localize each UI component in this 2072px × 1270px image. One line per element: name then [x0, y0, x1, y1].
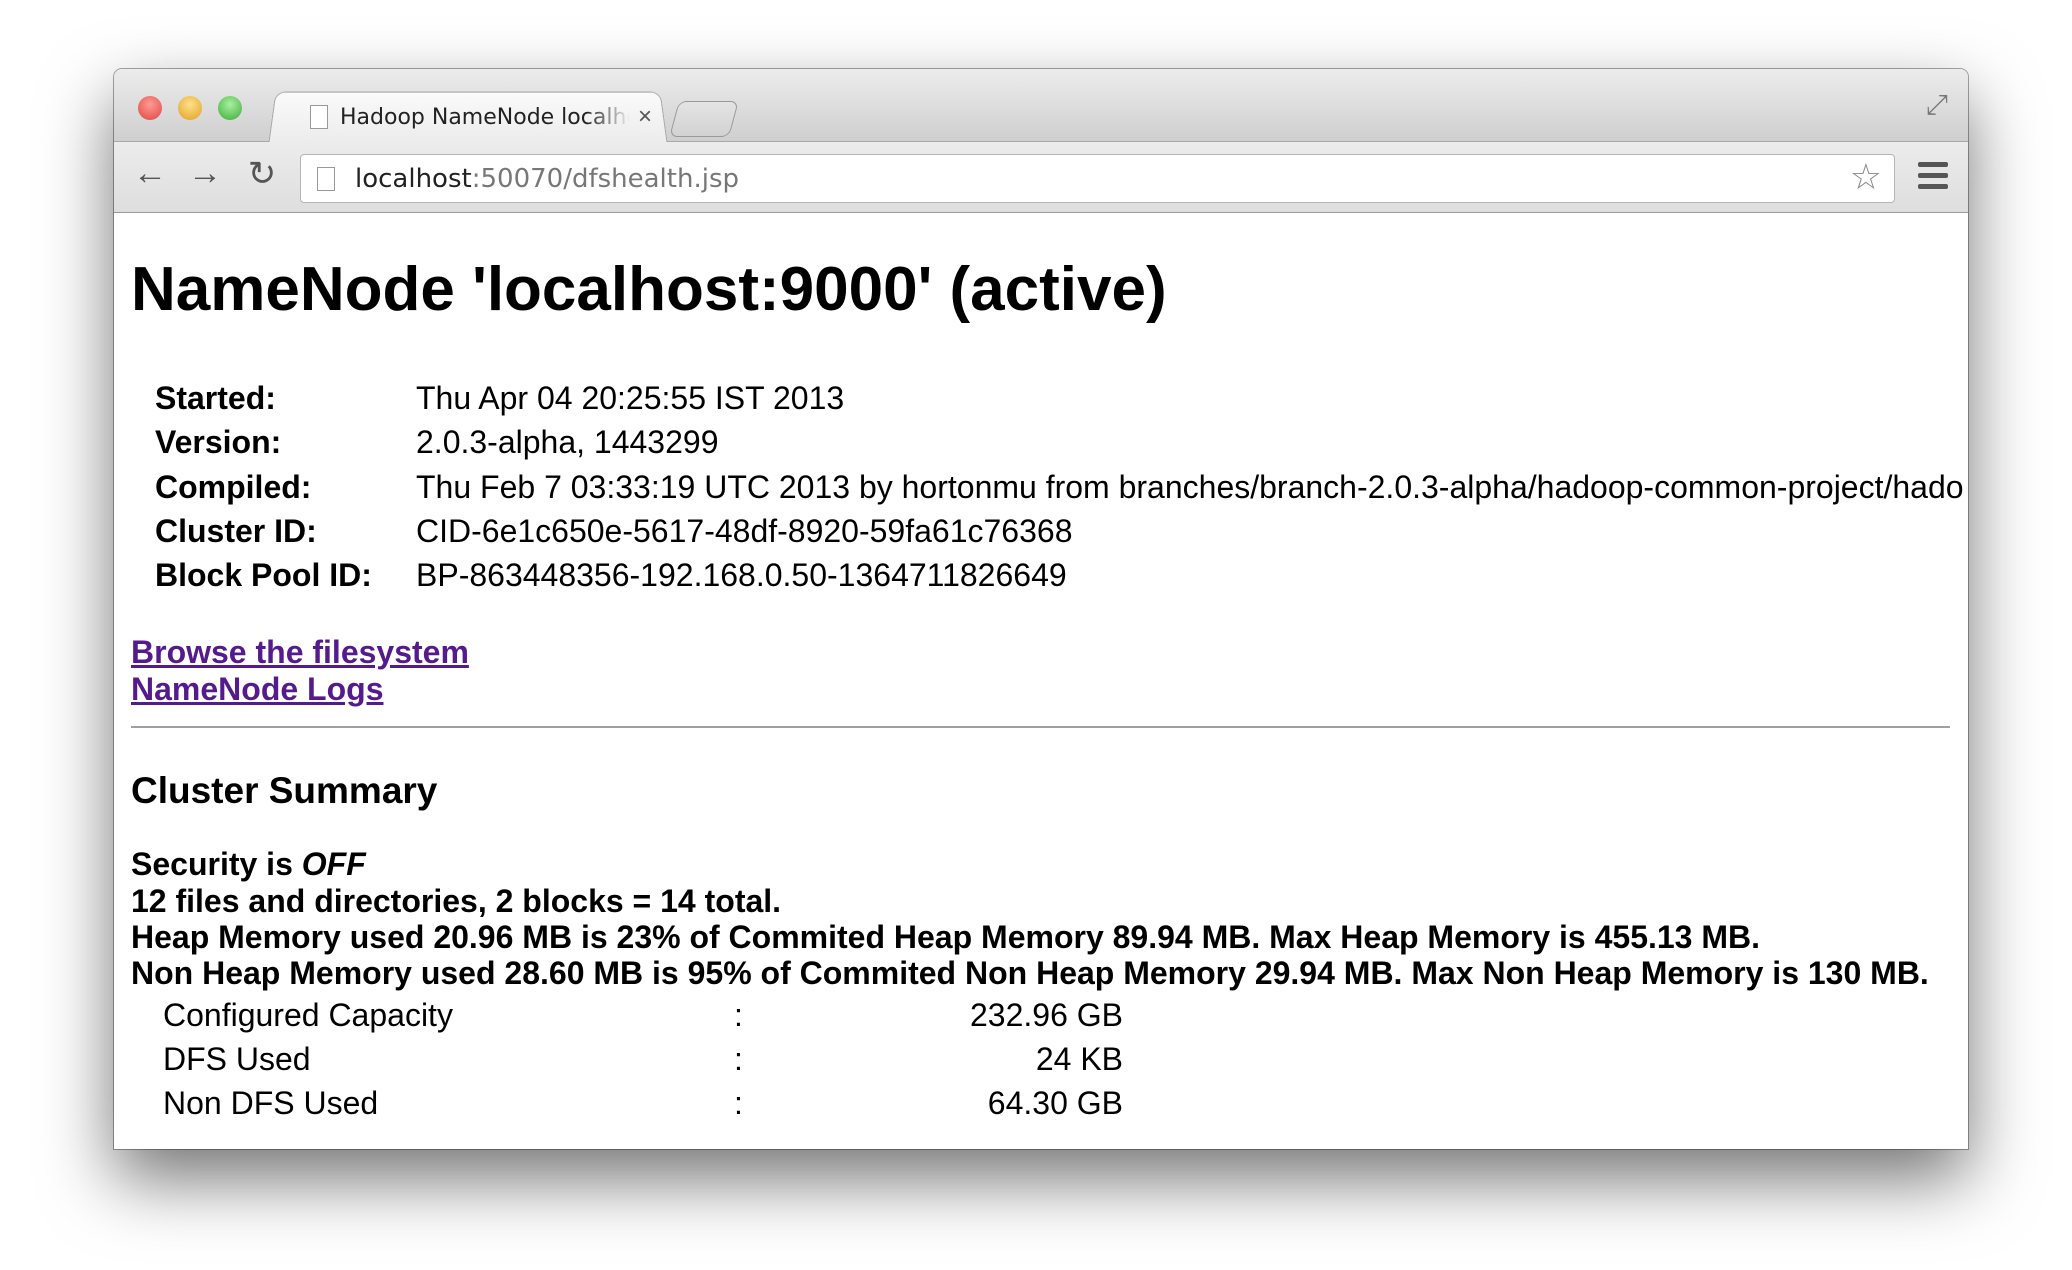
page-title: NameNode 'localhost:9000' (active) — [131, 255, 1167, 324]
title-bar: Hadoop NameNode localhost:9000 × ⤢ — [114, 69, 1968, 144]
row-separator: : — [734, 1085, 743, 1121]
forward-button[interactable]: → — [183, 154, 227, 193]
namenode-logs-link[interactable]: NameNode Logs — [131, 671, 383, 708]
page-icon — [317, 167, 335, 191]
minimize-window-button[interactable] — [178, 96, 202, 120]
info-value: Thu Feb 7 03:33:19 UTC 2013 by hortonmu … — [416, 469, 1964, 505]
page-icon — [310, 105, 328, 129]
info-label: Block Pool ID: — [155, 557, 372, 593]
section-title: Cluster Summary — [131, 770, 438, 811]
summary-line: Non Heap Memory used 28.60 MB is 95% of … — [131, 955, 1929, 991]
security-label: Security is — [131, 846, 302, 882]
url-path: :50070/dfshealth.jsp — [471, 163, 739, 194]
table-row: DFS Used: 24 KB — [163, 1041, 1123, 1085]
table-row: Non DFS Used: 64.30 GB — [163, 1085, 1123, 1129]
fullscreen-icon[interactable]: ⤢ — [1926, 89, 1948, 122]
row-label: Non DFS Used — [163, 1085, 379, 1121]
info-label: Version: — [155, 424, 282, 460]
info-value: Thu Apr 04 20:25:55 IST 2013 — [416, 380, 845, 416]
info-label: Cluster ID: — [155, 513, 317, 549]
row-value: 232.96 GB — [970, 997, 1123, 1033]
info-row: Compiled: Thu Feb 7 03:33:19 UTC 2013 by … — [155, 469, 1964, 513]
info-value: 2.0.3-alpha, 1443299 — [416, 424, 719, 460]
row-separator: : — [734, 997, 743, 1033]
close-window-button[interactable] — [138, 96, 162, 120]
close-tab-icon[interactable]: × — [638, 103, 652, 131]
row-separator: : — [734, 1041, 743, 1077]
divider — [131, 726, 1950, 728]
tab-active[interactable]: Hadoop NameNode localhost:9000 × — [286, 91, 678, 143]
back-button[interactable]: ← — [128, 154, 172, 193]
info-value: CID-6e1c650e-5617-48df-8920-59fa61c76368 — [416, 513, 1073, 549]
toolbar: ← → ↻ localhost:50070/dfshealth.jsp ☆ — [114, 142, 1968, 213]
new-tab-button[interactable] — [669, 101, 739, 137]
menu-icon[interactable] — [1918, 162, 1948, 189]
browse-filesystem-link[interactable]: Browse the filesystem — [131, 634, 469, 671]
info-row: Started: Thu Apr 04 20:25:55 IST 2013 — [155, 380, 844, 424]
browser-window: Hadoop NameNode localhost:9000 × ⤢ ← → ↻… — [114, 69, 1968, 1149]
tab-title: Hadoop NameNode localhost:9000 — [340, 104, 630, 130]
url-host: localhost — [355, 163, 472, 194]
info-label: Compiled: — [155, 469, 312, 505]
row-label: Configured Capacity — [163, 997, 453, 1033]
info-row: Cluster ID: CID-6e1c650e-5617-48df-8920-5… — [155, 513, 1072, 557]
table-row: Configured Capacity: 232.96 GB — [163, 997, 1123, 1041]
row-value: 64.30 GB — [987, 1085, 1123, 1121]
summary-line: Heap Memory used 20.96 MB is 23% of Comm… — [131, 919, 1761, 955]
info-row: Block Pool ID: BP-863448356-192.168.0.50-… — [155, 557, 1067, 601]
row-value: 24 KB — [1035, 1041, 1123, 1077]
reload-button[interactable]: ↻ — [240, 154, 284, 194]
row-label: DFS Used — [163, 1041, 311, 1077]
security-value: OFF — [301, 846, 366, 882]
info-value: BP-863448356-192.168.0.50-1364711826649 — [416, 557, 1067, 593]
info-label: Started: — [155, 380, 276, 416]
bookmark-star-icon[interactable]: ☆ — [1850, 157, 1882, 198]
maximize-window-button[interactable] — [218, 96, 242, 120]
security-status: Security is OFF — [131, 846, 366, 883]
summary-line: 12 files and directories, 2 blocks = 14 … — [131, 883, 782, 919]
address-bar[interactable]: localhost:50070/dfshealth.jsp ☆ — [300, 154, 1895, 203]
info-row: Version: 2.0.3-alpha, 1443299 — [155, 424, 718, 468]
page-content: NameNode 'localhost:9000' (active) Start… — [114, 214, 1968, 1149]
